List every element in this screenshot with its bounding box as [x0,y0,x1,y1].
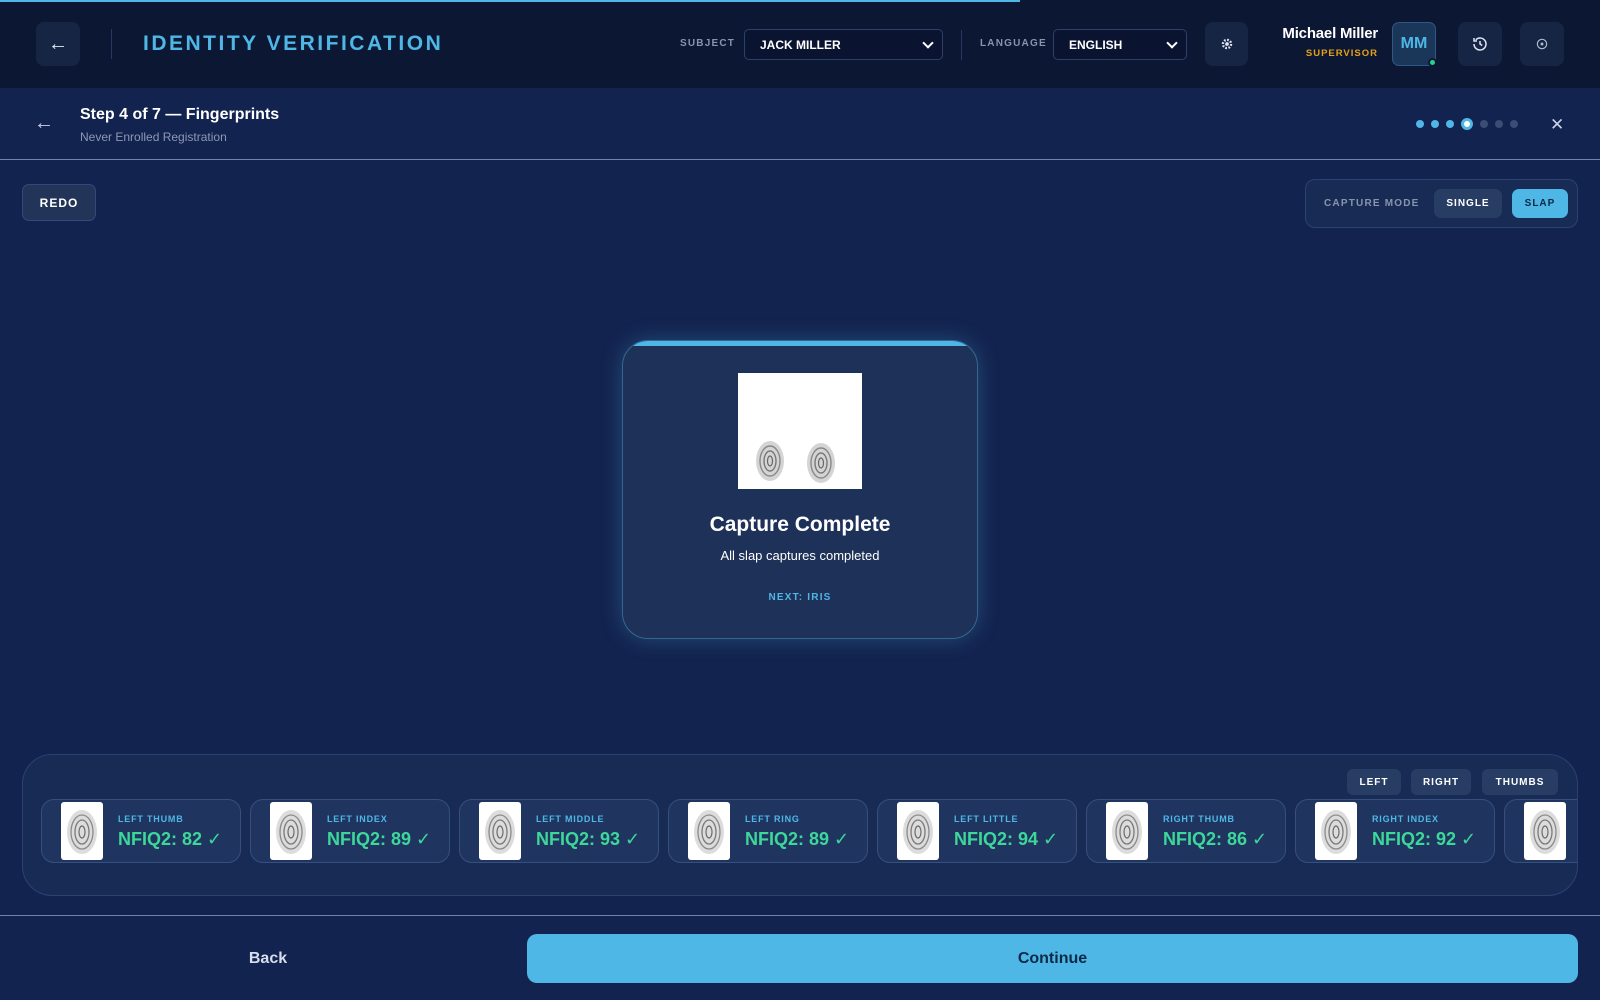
header-back-button[interactable]: ← [36,22,80,66]
finger-card[interactable]: LEFT LITTLE NFIQ2: 94 ✓ [877,799,1077,863]
finger-name: LEFT INDEX [327,814,388,824]
fingerprint-icon [61,802,103,860]
power-button[interactable] [1520,22,1564,66]
next-step-label: NEXT: IRIS [768,592,832,603]
finger-card[interactable]: RIGHT INDEX NFIQ2: 92 ✓ [1295,799,1495,863]
online-status-dot [1428,58,1437,67]
finger-card[interactable]: LEFT INDEX NFIQ2: 89 ✓ [250,799,450,863]
history-icon [1473,37,1487,51]
mode-single-button[interactable]: SINGLE [1434,189,1502,218]
user-role: SUPERVISOR [1305,48,1378,59]
capture-title: Capture Complete [709,513,891,536]
slap-capture-image [738,373,862,489]
capture-mode-label: CAPTURE MODE [1324,198,1420,209]
arrow-left-icon: ← [34,112,54,134]
nfiq-score: NFIQ2: 89 ✓ [745,829,850,849]
fingerprint-icon [270,802,312,860]
top-bar: ← IDENTITY VERIFICATION SUBJECT JACK MIL… [0,0,1600,88]
avatar-initials: MM [1400,35,1428,52]
finger-name: LEFT LITTLE [954,814,1019,824]
chevron-down-icon [922,36,934,49]
capture-mode-toggle: CAPTURE MODE SINGLE SLAP [1305,179,1578,228]
divider [111,29,112,59]
fingerprint-icon [756,441,784,481]
divider [961,30,962,60]
step-back-button[interactable]: ← [34,112,54,135]
finger-card[interactable]: LEFT RING NFIQ2: 89 ✓ [668,799,868,863]
avatar[interactable]: MM [1392,22,1437,67]
footer-bar: Back Continue [0,915,1600,1000]
card-accent-line [623,341,977,346]
step-header: ← Step 4 of 7 — Fingerprints Never Enrol… [0,88,1600,160]
history-button[interactable] [1458,22,1502,66]
step-title: Step 4 of 7 — Fingerprints [80,106,280,123]
power-icon [1536,38,1548,50]
fingerprint-icon [479,802,521,860]
step-subtitle: Never Enrolled Registration [80,130,227,144]
close-icon: ✕ [1550,115,1565,134]
capture-status-card: Capture Complete All slap captures compl… [622,340,978,639]
step-dot [1416,120,1424,128]
finger-name: LEFT RING [745,814,800,824]
step-dot [1431,120,1439,128]
fingerprint-icon [897,802,939,860]
app-title: IDENTITY VERIFICATION [143,32,444,55]
step-dot [1495,120,1503,128]
finger-results-tray: LEFT RIGHT THUMBS LEFT THUMB NFIQ2: 82 ✓ L… [22,754,1578,896]
finger-name: RIGHT THUMB [1163,814,1235,824]
redo-button[interactable]: REDO [22,184,96,221]
step-dot [1480,120,1488,128]
finger-name: LEFT MIDDLE [536,814,605,824]
continue-button[interactable]: Continue [527,934,1578,983]
finger-name: LEFT THUMB [118,814,184,824]
nfiq-score: NFIQ2: 82 ✓ [118,829,223,849]
mode-slap-button[interactable]: SLAP [1512,189,1568,218]
finger-card[interactable]: RIGHT THUMB NFIQ2: 86 ✓ [1086,799,1286,863]
finger-card[interactable]: LEFT MIDDLE NFIQ2: 93 ✓ [459,799,659,863]
filter-left-button[interactable]: LEFT [1347,769,1401,795]
gear-icon [1221,38,1232,50]
close-button[interactable]: ✕ [1550,115,1564,135]
user-name: Michael Miller [1282,25,1378,42]
step-dot [1510,120,1518,128]
subject-label: SUBJECT [680,38,736,49]
filter-right-button[interactable]: RIGHT [1411,769,1471,795]
capture-subtitle: All slap captures completed [720,548,880,563]
subject-value: JACK MILLER [760,37,841,52]
language-select[interactable]: ENGLISH [1053,29,1187,60]
finger-name: RIGHT INDEX [1372,814,1439,824]
finger-card[interactable]: LEFT THUMB NFIQ2: 82 ✓ [41,799,241,863]
step-dot [1461,118,1473,130]
nfiq-score: NFIQ2: 92 ✓ [1372,829,1477,849]
settings-button[interactable] [1205,22,1248,66]
subject-select[interactable]: JACK MILLER [744,29,943,60]
step-dot [1446,120,1454,128]
nfiq-score: NFIQ2: 86 ✓ [1163,829,1268,849]
language-value: ENGLISH [1069,37,1123,52]
fingerprint-icon [1524,802,1566,860]
fingerprint-icon [1106,802,1148,860]
top-progress-bar [0,0,1020,2]
filter-thumbs-button[interactable]: THUMBS [1482,769,1558,795]
nfiq-score: NFIQ2: 94 ✓ [954,829,1059,849]
fingerprint-icon [688,802,730,860]
nfiq-score: NFIQ2: 93 ✓ [536,829,641,849]
step-progress-dots [1416,118,1518,130]
fingerprint-icon [807,443,835,483]
chevron-down-icon [1166,36,1178,49]
nfiq-score: NFIQ2: 89 ✓ [327,829,432,849]
finger-card[interactable] [1504,799,1577,863]
arrow-left-icon: ← [48,32,68,55]
fingerprint-icon [1315,802,1357,860]
back-button[interactable]: Back [210,950,326,968]
language-label: LANGUAGE [980,38,1047,49]
